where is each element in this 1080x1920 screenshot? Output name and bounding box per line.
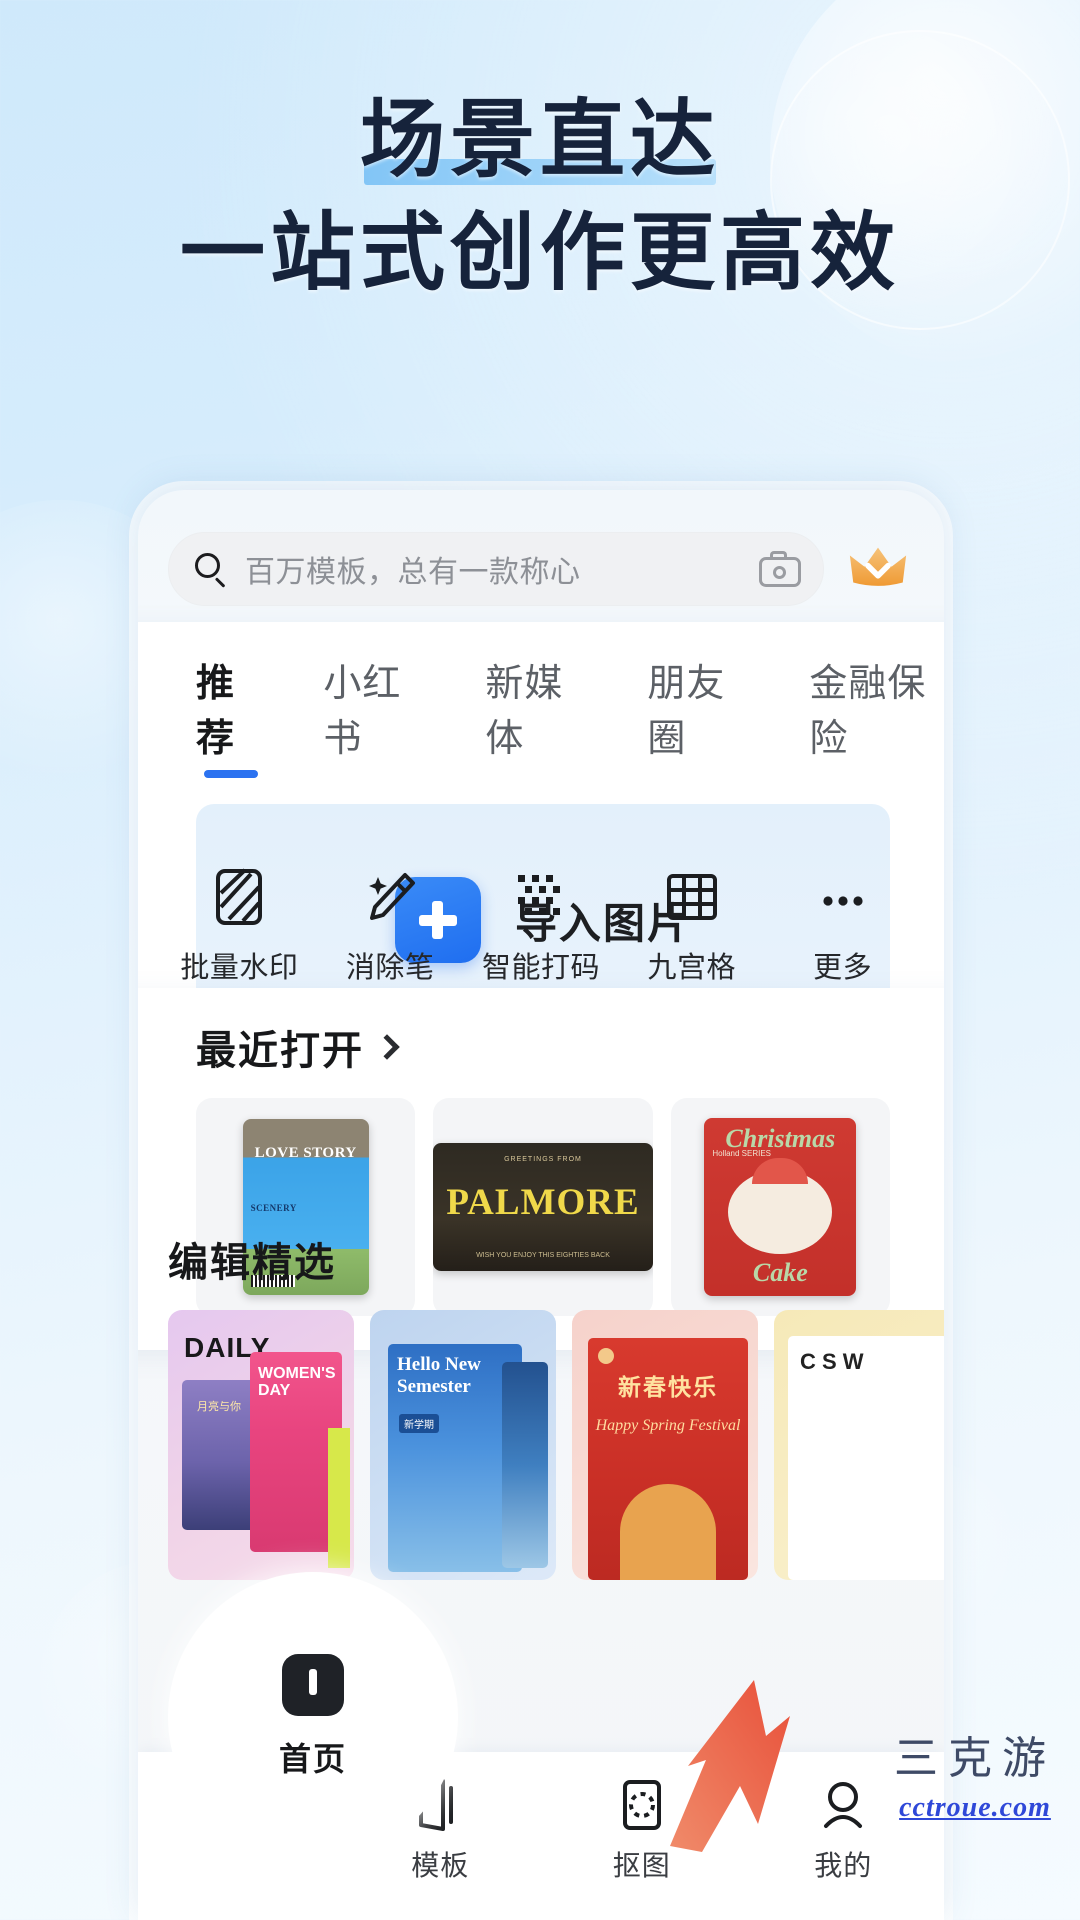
template-daily-inner-text: 月亮与你 [197,1401,241,1413]
phone-mockup: 百万模板，总有一款称心 推荐 小红书 新媒体 朋友圈 金融保险 导入图片 批量水… [138,490,944,1920]
template-spring-figure [620,1484,716,1580]
watermark-icon [164,866,314,928]
search-input[interactable]: 百万模板，总有一款称心 [168,532,824,606]
template-womens-day-label: WOMEN'S DAY [258,1365,336,1399]
tab-recommend[interactable]: 推荐 [196,652,265,778]
tool-more[interactable]: 更多 [768,866,918,986]
template-card-spring-festival[interactable]: 新春快乐 Happy Spring Festival [572,1310,758,1580]
grid-icon [617,866,767,928]
recent-item-love-story-title: LOVE STORY [254,1145,357,1161]
tab-new-media[interactable]: 新媒体 [485,652,589,778]
tab-moments[interactable]: 朋友圈 [647,652,751,778]
tool-batch-watermark[interactable]: 批量水印 [164,866,314,986]
hero-headline: 场景直达 一站式创作更高效 [0,88,1080,307]
tool-nine-grid-label: 九宫格 [647,952,737,984]
tab-new-media-label: 新媒体 [485,663,564,760]
editor-picks-title: 编辑精选 [168,1241,336,1285]
home-icon [282,1654,344,1716]
tool-batch-watermark-label: 批量水印 [180,952,299,984]
category-tabs: 推荐 小红书 新媒体 朋友圈 金融保险 [138,652,944,778]
chevron-right-icon[interactable] [374,1034,400,1060]
search-icon [195,553,227,588]
template-card-daily[interactable]: DAILY 月亮与你 WOMEN'S DAY [168,1310,354,1580]
nav-item-home[interactable]: 首页 [168,1572,458,1862]
santa-hat-graphic [752,1158,809,1184]
tab-recommend-label: 推荐 [196,663,236,760]
recent-item-palmore-top: GREETINGS FROM [504,1156,582,1163]
tool-smart-mosaic[interactable]: 智能打码 [466,866,616,986]
template-yellow-poster: C S W [788,1336,944,1580]
search-row: 百万模板，总有一款称心 [138,490,944,626]
headline-line-2: 一站式创作更高效 [179,206,900,302]
tool-eraser-pen[interactable]: 消除笔 [315,866,465,986]
tool-eraser-pen-label: 消除笔 [345,952,435,984]
recent-item-palmore-title: PALMORE [446,1182,640,1223]
editor-picks-list: DAILY 月亮与你 WOMEN'S DAY Hello New Semeste… [168,1310,944,1580]
watermark: 三克游 cctroue.com [894,1722,1056,1824]
watermark-arrow-icon [670,1680,790,1852]
template-yellow-label: C S W [800,1349,864,1374]
quick-tools-row: 批量水印 消除笔 智能打码 九宫格 更多 [138,866,944,986]
tab-finance-insurance[interactable]: 金融保险 [809,652,944,778]
mosaic-icon [466,866,616,928]
crown-icon[interactable] [842,533,914,605]
more-dots-icon [768,866,918,928]
tool-smart-mosaic-label: 智能打码 [481,952,600,984]
template-daily-accent-strip [328,1428,350,1568]
template-spring-festival-poster: 新春快乐 Happy Spring Festival [588,1338,748,1580]
recent-item-christmas-side: Holland SERIES [712,1149,772,1158]
search-placeholder: 百万模板，总有一款称心 [245,556,581,589]
template-new-semester-second-poster [502,1362,548,1568]
tab-finance-insurance-label: 金融保险 [809,663,927,760]
template-spring-festival-label: 新春快乐 [618,1374,718,1400]
tab-active-indicator [203,770,258,778]
headline-line-1-text: 场景直达 [359,93,720,188]
template-card-yellow[interactable]: C S W [774,1310,944,1580]
template-card-new-semester[interactable]: Hello New Semester 新学期 [370,1310,556,1580]
recent-item-love-story-subtitle: SCENERY [250,1203,297,1213]
nav-item-home-label: 首页 [278,1741,347,1777]
recent-opened-header[interactable]: 最近打开 [138,1018,944,1076]
template-spring-festival-sub: Happy Spring Festival [595,1417,741,1434]
editor-picks-section: 编辑精选 DAILY 月亮与你 WOMEN'S DAY Hello New Se… [138,1230,944,1580]
tool-nine-grid[interactable]: 九宫格 [617,866,767,986]
magic-pen-icon [315,866,465,928]
template-brand-dot [598,1348,614,1364]
tab-moments-label: 朋友圈 [647,663,726,760]
camera-icon[interactable] [759,551,801,587]
tool-more-label: 更多 [813,952,873,984]
tab-xiaohongshu[interactable]: 小红书 [323,652,427,778]
watermark-en-text: cctroue.com [899,1792,1051,1823]
recent-opened-title: 最近打开 [196,1029,364,1073]
watermark-cn-text: 三克游 [894,1734,1056,1783]
template-new-semester-badge: 新学期 [399,1414,439,1433]
template-daily-inner-poster: 月亮与你 [182,1380,256,1530]
headline-line-1: 场景直达 [360,88,720,193]
tab-xiaohongshu-label: 小红书 [323,663,402,760]
